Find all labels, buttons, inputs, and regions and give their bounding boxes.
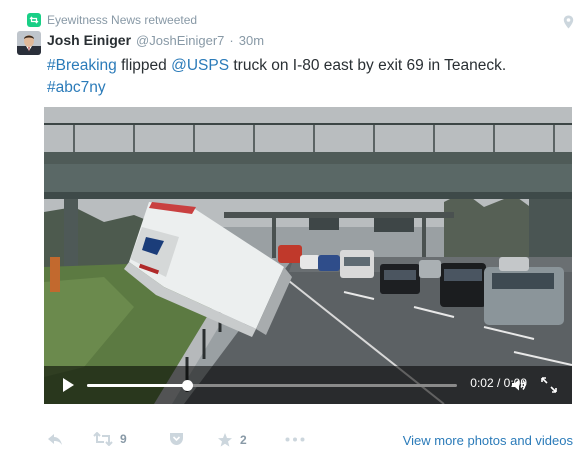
view-more-photos-link[interactable]: View more photos and videos <box>403 433 573 448</box>
volume-icon[interactable] <box>510 376 528 394</box>
time-separator: · <box>229 33 234 48</box>
video-scrubber-handle[interactable] <box>181 380 193 391</box>
fullscreen-icon[interactable] <box>540 376 558 394</box>
retweet-notice-label[interactable]: Eyewitness News retweeted <box>47 13 197 27</box>
retweet-notice: Eyewitness News retweeted <box>27 13 197 27</box>
tweet-text: #Breaking flipped @USPS truck on I-80 ea… <box>47 55 567 99</box>
favorite-count: 2 <box>240 433 247 447</box>
favorite-button[interactable]: 2 <box>217 432 247 448</box>
favorite-icon <box>218 433 232 447</box>
author-name[interactable]: Josh Einiger <box>47 32 131 48</box>
reply-icon <box>48 434 62 445</box>
hashtag-breaking[interactable]: #Breaking <box>47 57 117 74</box>
video-time-separator: / <box>493 376 504 390</box>
video-controls: 0:02 / 0:09 <box>44 366 572 404</box>
retweet-count: 9 <box>120 432 127 446</box>
mention-usps[interactable]: @USPS <box>171 57 229 74</box>
video-scrubber[interactable] <box>87 380 457 391</box>
location-icon[interactable] <box>563 15 574 29</box>
retweet-icon <box>93 432 113 446</box>
play-icon[interactable] <box>59 376 77 394</box>
tweet-timestamp[interactable]: 30m <box>239 33 264 48</box>
video-progress-fill <box>87 384 187 387</box>
author-handle[interactable]: @JoshEiniger7 <box>136 33 224 48</box>
tweet-header: Josh Einiger @JoshEiniger7 · 30m <box>47 32 264 48</box>
video-frame <box>44 107 572 404</box>
retweet-button[interactable]: 9 <box>93 432 127 446</box>
avatar[interactable] <box>17 31 41 55</box>
tweet-text-part: truck on I-80 east by exit 69 in Teaneck… <box>229 57 507 74</box>
video-current-time: 0:02 <box>470 376 494 390</box>
pocket-icon <box>170 433 183 445</box>
tweet-text-part: flipped <box>116 57 172 74</box>
hashtag-abc7ny[interactable]: #abc7ny <box>47 79 106 96</box>
retweet-icon <box>27 13 41 27</box>
video-player[interactable]: 0:02 / 0:09 <box>44 107 572 404</box>
pocket-button[interactable] <box>169 432 184 446</box>
more-icon <box>285 437 305 442</box>
more-button[interactable] <box>285 437 305 442</box>
reply-button[interactable] <box>47 432 63 446</box>
